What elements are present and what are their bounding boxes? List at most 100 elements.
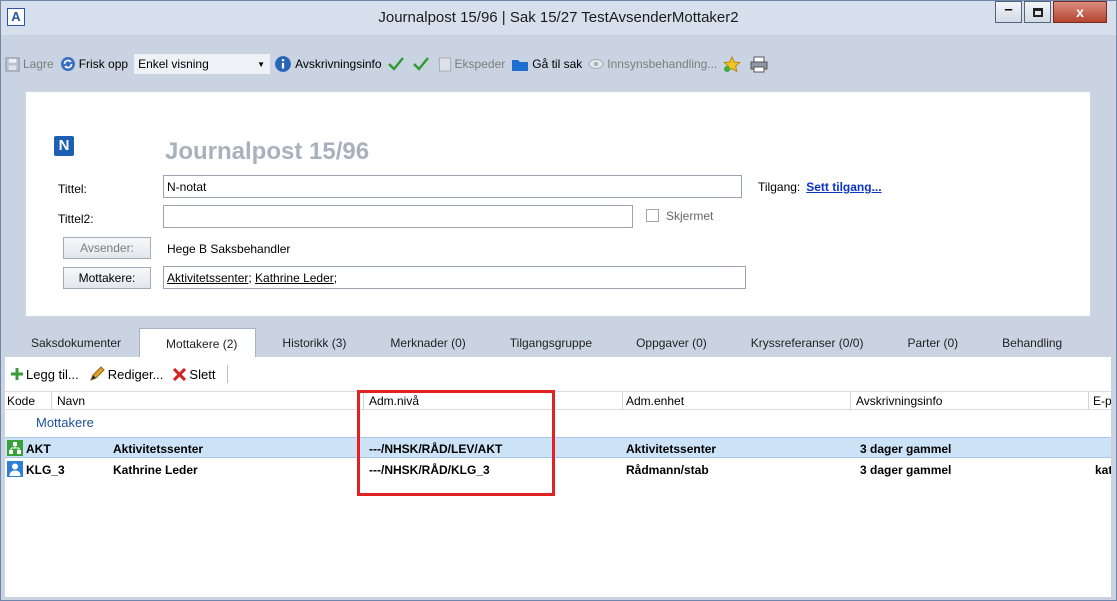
toolbar-separator [227, 365, 229, 383]
column-header-avskrivningsinfo[interactable]: Avskrivningsinfo [856, 394, 942, 408]
maximize-button[interactable] [1024, 1, 1051, 23]
edit-label: Rediger... [107, 366, 164, 382]
add-recipient-button[interactable]: Legg til... [11, 367, 79, 382]
print-button[interactable] [750, 56, 771, 73]
sett-tilgang-link[interactable]: Sett tilgang... [806, 180, 881, 194]
column-header-epost[interactable]: E-po [1093, 394, 1111, 408]
innsyn-button[interactable]: Innsynsbehandling... [588, 57, 717, 71]
tittel-input[interactable]: N-notat [163, 175, 742, 198]
cell-navn: Aktivitetssenter [113, 442, 204, 456]
cell-epost: kat [1095, 463, 1111, 477]
column-header-kode[interactable]: Kode [7, 394, 35, 408]
folder-icon [512, 59, 529, 71]
avsender-button[interactable]: Avsender: [63, 237, 151, 259]
title-bar[interactable]: A Journalpost 15/96 | Sak 15/27 TestAvse… [1, 1, 1116, 35]
go-to-case-button[interactable]: Gå til sak [511, 57, 582, 72]
tilgang-label: Tilgang: [758, 180, 801, 194]
page-title: Journalpost 15/96 [165, 138, 370, 165]
ekspeder-label: Ekspeder [454, 57, 506, 71]
tittel2-input[interactable] [163, 205, 633, 228]
innsyn-label: Innsynsbehandling... [607, 57, 718, 71]
mottakere-button[interactable]: Mottakere: [63, 267, 151, 289]
window-title: Journalpost 15/96 | Sak 15/27 TestAvsend… [378, 9, 739, 26]
cell-avskrivningsinfo: 3 dager gammel [860, 442, 952, 456]
avskrivningsinfo-button[interactable]: Avskrivningsinfo [274, 55, 382, 73]
tab-kryssreferanser[interactable]: Kryssreferanser (0/0) [725, 328, 882, 358]
cell-kode: KLG_3 [26, 463, 65, 477]
close-button[interactable]: x [1053, 1, 1107, 23]
column-divider[interactable] [850, 392, 851, 410]
tab-tilgangsgruppe[interactable]: Tilgangsgruppe [484, 328, 610, 358]
recipient-link[interactable]: Aktivitetssenter [167, 271, 248, 285]
view-select[interactable]: Enkel visning ▼ [134, 54, 271, 74]
checkmark-icon [387, 57, 404, 71]
column-header-adm-enhet[interactable]: Adm.enhet [626, 394, 684, 408]
favorite-button[interactable] [723, 55, 744, 73]
column-divider[interactable] [363, 392, 364, 410]
minimize-button[interactable]: – [995, 1, 1022, 23]
tab-mottakere[interactable]: Mottakere (2) [139, 328, 257, 358]
mottakere-field[interactable]: Aktivitetssenter; Kathrine Leder; [163, 266, 746, 289]
save-label: Lagre [23, 57, 54, 71]
tittel-label: Tittel: [58, 182, 87, 196]
column-header-navn[interactable]: Navn [57, 394, 85, 408]
tab-oppgaver[interactable]: Oppgaver (0) [610, 328, 725, 358]
document-type-n-icon: N [54, 136, 74, 156]
floppy-disk-icon [5, 56, 20, 72]
app-window: A Journalpost 15/96 | Sak 15/27 TestAvse… [0, 0, 1117, 601]
skjermet-checkbox[interactable] [646, 209, 659, 222]
tittel2-label: Tittel2: [58, 212, 94, 226]
group-label-mottakere: Mottakere [36, 415, 94, 430]
cell-navn: Kathrine Leder [113, 463, 198, 477]
refresh-button[interactable]: Frisk opp [60, 56, 128, 72]
star-icon [723, 55, 742, 72]
table-row[interactable]: AKT Aktivitetssenter ---/NHSK/RÅD/LEV/AK… [5, 437, 1111, 458]
save-button[interactable]: Lagre [5, 56, 54, 72]
column-divider[interactable] [1088, 392, 1089, 410]
view-select-value: Enkel visning [138, 57, 209, 71]
refresh-label: Frisk opp [78, 57, 129, 71]
tab-bar: Saksdokumenter Mottakere (2) Historikk (… [5, 327, 1111, 358]
recipient-link[interactable]: Kathrine Leder [255, 271, 334, 285]
tilgang-area: Tilgang: Sett tilgang... [758, 180, 882, 194]
tab-saksdokumenter[interactable]: Saksdokumenter [5, 328, 139, 358]
main-toolbar: Lagre Frisk opp Enkel visning ▼ Avskrivn… [5, 51, 1111, 77]
delete-recipient-button[interactable]: Slett [173, 367, 215, 382]
org-unit-icon [7, 440, 23, 456]
printer-icon [750, 56, 768, 72]
eye-icon [588, 59, 604, 69]
cell-kode: AKT [26, 442, 51, 456]
dropdown-arrow-icon: ▼ [257, 60, 266, 69]
grid-header: Kode Navn Adm.nivå Adm.enhet Avskrivning… [5, 391, 1111, 410]
add-label: Legg til... [26, 366, 79, 382]
journalpost-header-form: N Journalpost 15/96 Tittel: N-notat Tilg… [25, 91, 1091, 317]
person-icon [7, 461, 23, 477]
tab-historikk[interactable]: Historikk (3) [256, 328, 364, 358]
pencil-icon [89, 366, 105, 381]
edit-recipient-button[interactable]: Rediger... [89, 366, 164, 382]
approve-all-button[interactable] [412, 57, 432, 71]
skjermet-label: Skjermet [666, 209, 714, 223]
checkmark-icon [412, 57, 429, 71]
table-row[interactable]: KLG_3 Kathrine Leder ---/NHSK/RÅD/KLG_3 … [5, 459, 1111, 480]
maximize-icon [1032, 8, 1043, 17]
tab-parter[interactable]: Parter (0) [881, 328, 976, 358]
delete-label: Slett [189, 366, 216, 382]
column-divider[interactable] [51, 392, 52, 410]
tab-merknader[interactable]: Merknader (0) [364, 328, 483, 358]
go-to-case-label: Gå til sak [532, 57, 583, 71]
approve-button[interactable] [387, 57, 407, 71]
recipients-toolbar: Legg til... Rediger... Slett [11, 363, 229, 385]
delete-x-icon [173, 367, 187, 381]
cell-avskrivningsinfo: 3 dager gammel [860, 463, 952, 477]
avskrivningsinfo-label: Avskrivningsinfo [295, 57, 382, 71]
cell-adm-niva: ---/NHSK/RÅD/KLG_3 [369, 463, 490, 477]
refresh-icon [60, 57, 75, 71]
info-icon [275, 56, 291, 72]
avsender-value: Hege B Saksbehandler [167, 242, 291, 256]
tab-behandling[interactable]: Behandling [976, 328, 1080, 358]
column-header-adm-niva[interactable]: Adm.nivå [369, 394, 419, 408]
column-divider[interactable] [622, 392, 623, 410]
ekspeder-button[interactable]: Ekspeder [438, 56, 506, 72]
plus-icon [11, 368, 23, 380]
